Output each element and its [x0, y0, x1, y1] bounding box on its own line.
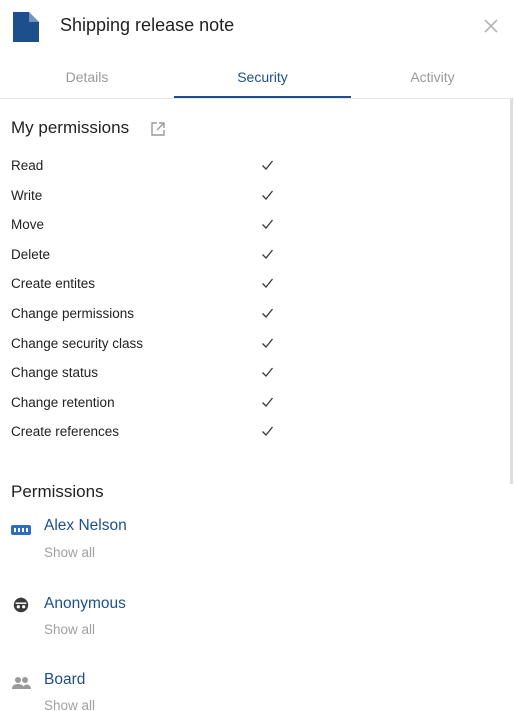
document-icon [13, 12, 39, 42]
anonymous-icon [13, 597, 29, 613]
permission-label: Change permissions [11, 305, 135, 321]
check-icon [262, 219, 274, 230]
permission-label: Write [11, 187, 43, 203]
permission-entry-alex-nelson: Alex Nelson Show all [0, 515, 514, 575]
check-icon [262, 249, 274, 259]
check-icon [262, 426, 274, 437]
permission-label: Change security class [11, 335, 144, 351]
show-all-link[interactable]: Show all [44, 698, 95, 711]
group-icon [12, 677, 31, 689]
tab-activity[interactable]: Activity [351, 60, 514, 98]
permission-label: Read [11, 158, 44, 173]
permission-row-change-status: Change status [0, 359, 514, 389]
security-panel: Shipping release note Details Security A… [0, 0, 514, 711]
show-all-link[interactable]: Show all [44, 622, 95, 637]
permission-label: Delete [11, 246, 51, 262]
permission-label: Create entites [11, 276, 96, 292]
check-icon [262, 160, 274, 170]
permission-row-change-security-class: Change security class [0, 330, 514, 360]
check-icon [262, 278, 274, 289]
panel-header: Shipping release note [0, 0, 514, 56]
user-name-link[interactable]: Alex Nelson [44, 517, 127, 535]
permission-entry-anonymous: Anonymous Show all [0, 592, 514, 652]
permission-row-create-references: Create references [0, 418, 514, 448]
permission-row-change-permissions: Change permissions [0, 300, 514, 330]
check-icon [262, 308, 274, 318]
permission-label: Move [11, 217, 45, 233]
tab-bar: Details Security Activity [0, 60, 514, 99]
check-icon [262, 190, 274, 200]
check-icon [262, 397, 274, 407]
permission-row-write: Write [0, 182, 514, 212]
permission-entry-board: Board Show all [0, 669, 514, 711]
check-icon [262, 338, 274, 348]
show-all-link[interactable]: Show all [44, 545, 95, 560]
user-name-link[interactable]: Anonymous [44, 595, 126, 613]
tab-details[interactable]: Details [0, 60, 174, 98]
close-icon[interactable] [482, 17, 500, 35]
permission-label: Change status [11, 365, 99, 381]
permission-row-delete: Delete [0, 241, 514, 271]
user-name-link[interactable]: Board [44, 671, 85, 689]
permission-row-create-entites: Create entites [0, 270, 514, 300]
my-permissions-heading: My permissions [11, 118, 130, 137]
permission-row-change-retention: Change retention [0, 389, 514, 419]
permission-row-move: Move [0, 211, 514, 241]
permissions-heading: Permissions [11, 482, 104, 501]
permission-label: Change retention [11, 394, 115, 410]
active-tab-indicator [174, 96, 351, 98]
permission-row-read: Read [0, 152, 514, 182]
page-title: Shipping release note [60, 15, 235, 35]
external-link-icon[interactable] [150, 121, 166, 137]
permission-label: Create references [11, 424, 120, 440]
user-badge-icon [11, 525, 31, 535]
check-icon [262, 367, 274, 378]
tab-security[interactable]: Security [174, 60, 351, 98]
my-permissions-list: Read Write Move Delete Create entites Ch… [0, 152, 514, 448]
